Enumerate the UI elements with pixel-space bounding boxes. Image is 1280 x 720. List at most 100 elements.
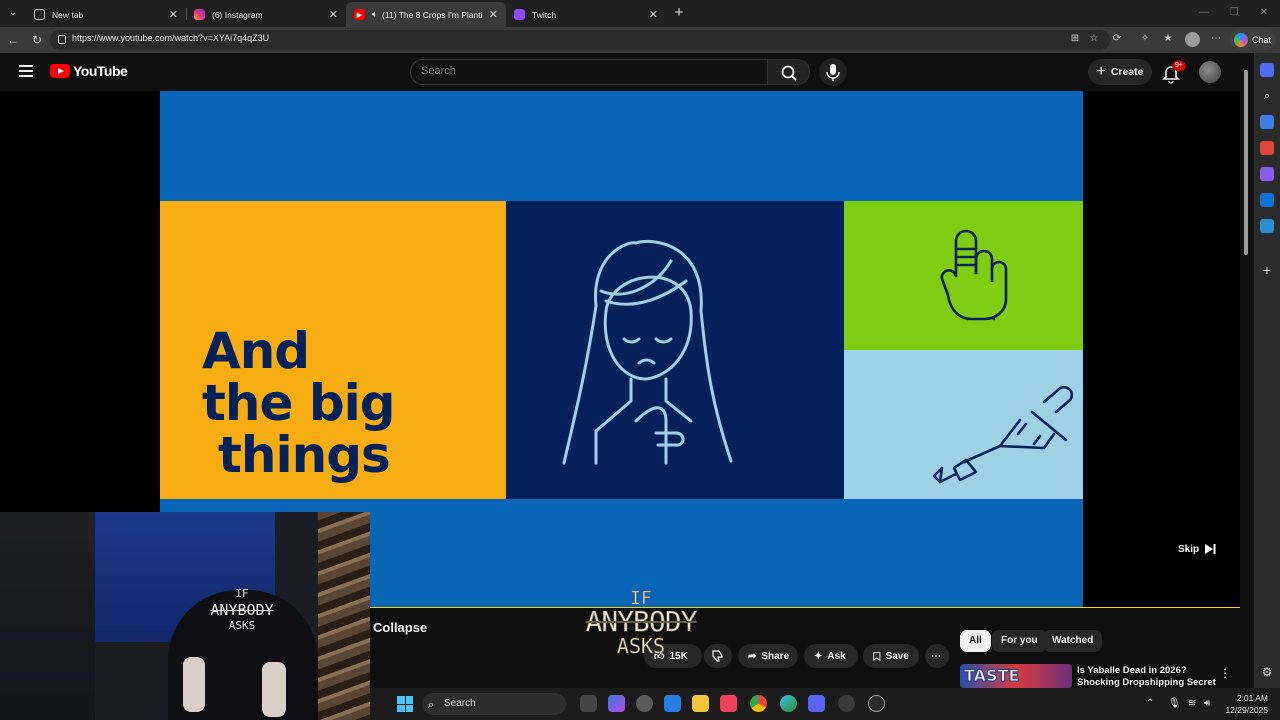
tab-instagram[interactable]: (6) Instagram ✕ [186,2,346,27]
account-avatar[interactable] [1199,61,1221,83]
watermark-line: ANYBODY [585,605,698,638]
sidebar-search-icon[interactable]: ⌕ [1260,89,1274,103]
beanie-line: IF [235,587,249,600]
restore-icon[interactable]: ❐ [1224,4,1244,22]
chip-all[interactable]: All [960,630,991,652]
more-menu-icon[interactable]: ⋯ [1209,32,1223,46]
ask-button[interactable]: ✦ Ask [804,644,858,668]
recommendation-thumbnail[interactable]: TASTE [960,664,1072,688]
taskbar-time[interactable]: 2:01 AM [1220,693,1268,703]
collapse-description-link[interactable]: Collapse [373,620,427,635]
task-view-icon[interactable] [580,695,597,712]
outlook-icon[interactable] [1260,193,1274,207]
chip-for-you[interactable]: For you [992,630,1047,652]
games-icon[interactable] [1260,167,1274,181]
bandaged-finger-hand-icon [940,229,1008,321]
tab-new-tab[interactable]: New tab ✕ [26,2,186,27]
close-icon[interactable]: ✕ [489,8,498,21]
store-app-icon[interactable] [664,695,681,712]
volume-icon[interactable]: 🔊︎ [1204,698,1210,709]
webcam-hand-right [262,662,286,717]
tab-title: Twitch [532,9,557,20]
more-actions-button[interactable]: ⋯ [925,644,949,668]
slide-yellow-panel: And the big things [160,201,506,499]
voice-search-button[interactable] [819,58,847,86]
send-icon[interactable] [1260,219,1274,233]
share-button[interactable]: ➦ Share [738,644,798,668]
search-button[interactable] [767,59,810,85]
tab-title: (6) Instagram [212,9,263,20]
minimize-icon[interactable]: — [1194,4,1214,22]
speaker-icon[interactable]: 🔈︎ [372,9,378,20]
tab-twitch[interactable]: Twitch ✕ [506,2,666,27]
extension-refresh-icon[interactable]: ⟳ [1110,32,1124,46]
slide-light-blue-panel [844,350,1083,499]
close-icon[interactable]: ✕ [169,8,178,21]
more-horizontal-icon: ⋯ [931,650,941,662]
file-explorer-icon[interactable] [692,695,709,712]
edge-app-icon[interactable] [780,695,797,712]
discord-app-icon[interactable] [808,695,825,712]
windows-start-icon[interactable] [397,696,413,712]
back-arrow-icon[interactable]: ← [4,31,22,49]
wifi-icon[interactable]: ≋ [1188,698,1196,709]
youtube-logo[interactable]: YouTube [50,63,128,79]
favorite-star-icon[interactable]: ☆ [1087,32,1101,46]
favorites-icon[interactable]: ★ [1161,32,1175,46]
close-icon[interactable]: ✕ [649,8,658,21]
recommendation-title[interactable]: Is Yaballe Dead in 2026? Shocking Dropsh… [1077,665,1217,689]
skip-next-icon [1205,544,1216,554]
copilot-chat-button[interactable]: Chat [1230,30,1276,50]
beanie-line: ASKS [228,619,256,632]
settings-app-icon[interactable] [636,695,653,712]
chip-watched[interactable]: Watched [1043,630,1103,652]
search-box[interactable] [410,59,768,85]
music-app-icon[interactable] [720,695,737,712]
profile-avatar[interactable] [1185,32,1200,47]
tray-overflow-chevron-icon[interactable]: ⌃ [1146,698,1154,709]
search-input[interactable] [421,65,751,77]
refresh-icon[interactable]: ↻ [28,31,46,49]
instagram-favicon-icon [194,9,205,20]
new-tab-plus-icon[interactable]: + [670,3,688,23]
window-close-icon[interactable]: ✕ [1254,4,1274,22]
close-icon[interactable]: ✕ [329,8,338,21]
tools-briefcase-icon[interactable] [1260,141,1274,155]
steam-app-icon[interactable] [838,695,855,712]
sidebar-settings-gear-icon[interactable]: ⚙ [1260,665,1274,679]
slide-green-panel [844,201,1083,350]
sad-woman-illustration-icon [562,239,733,465]
if-anybody-asks-watermark: IF ANYBODY ASKS [566,589,716,656]
tab-youtube-video[interactable]: ▶ 🔈︎ (11) The 8 Crops I'm Planting ✕ [346,2,506,27]
chat-label: Chat [1252,35,1272,45]
windows-taskbar: ⌕ Search ⌃ 🎙︎ ≋ 🔊︎ 2:01 AM 12/29/2025 [370,688,1280,720]
save-label: Save [885,650,909,662]
save-button[interactable]: Save [863,644,919,668]
shopping-tag-icon[interactable] [1260,115,1274,129]
plus-icon: + [1096,63,1106,80]
scrollbar-thumb[interactable] [1244,70,1248,255]
extensions-puzzle-icon[interactable]: ✧ [1138,32,1152,46]
edge-sidebar: ⌕ + ⚙ [1254,53,1280,688]
chrome-app-icon[interactable] [750,695,767,712]
new-tab-favicon-icon [34,9,45,20]
tab-list-chevron-icon[interactable]: ⌄ [4,4,22,22]
search-icon [781,65,797,81]
create-button[interactable]: + Create [1088,59,1152,85]
hamburger-menu-icon[interactable] [19,65,33,77]
add-sidebar-plus-icon[interactable]: + [1260,263,1274,277]
page-scrollbar[interactable] [1242,58,1250,678]
media-player-app-icon[interactable] [868,695,885,712]
youtube-play-icon [50,64,70,78]
taskbar-search-box[interactable]: ⌕ Search [422,693,566,715]
split-screen-icon[interactable]: ⊞ [1068,32,1082,46]
url-field[interactable]: https://www.youtube.com/watch?v=XYAi7q4q… [50,30,1110,50]
taskbar-date[interactable]: 12/29/2025 [1220,705,1268,715]
skip-ad-button[interactable]: Skip [1178,543,1216,555]
slide-headline: And the big things [202,325,396,481]
taskbar-search-label: Search [444,698,476,709]
copilot-app-icon[interactable] [608,695,625,712]
tray-microphone-icon[interactable]: 🎙︎ [1168,698,1181,709]
recommendation-menu-icon[interactable]: ⋮ [1219,666,1231,680]
copilot-sidebar-icon[interactable] [1260,63,1274,77]
